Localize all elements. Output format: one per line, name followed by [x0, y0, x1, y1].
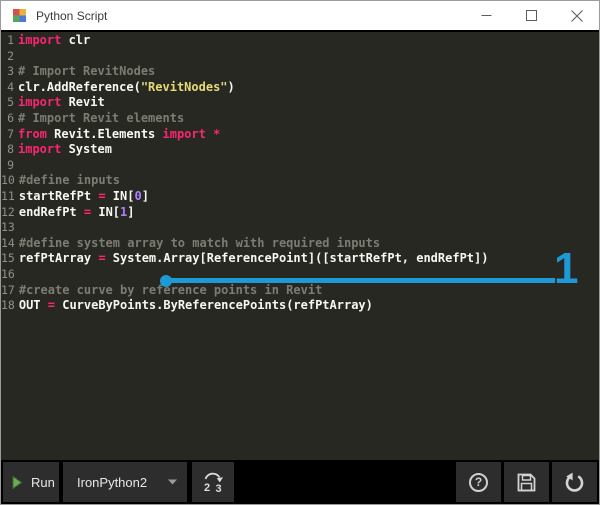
revert-button[interactable] [552, 462, 597, 502]
chevron-down-icon [168, 479, 177, 485]
line-number: 14 [1, 236, 15, 252]
code-editor[interactable]: 1import clr23# Import RevitNodes4clr.Add… [1, 32, 599, 460]
line-number: 15 [1, 251, 15, 267]
code-text: import System [14, 142, 112, 158]
code-line: 14#define system array to match with req… [1, 236, 599, 252]
engine-dropdown[interactable]: IronPython2 [63, 462, 187, 502]
line-number: 16 [1, 267, 15, 283]
bottom-toolbar: Run IronPython2 2 3 ? [1, 460, 599, 504]
code-text [14, 49, 18, 65]
code-text: import clr [14, 33, 90, 49]
code-line: 8import System [1, 142, 599, 158]
line-number: 10 [1, 173, 15, 189]
code-text: startRefPt = IN[0] [15, 189, 149, 205]
close-icon [571, 10, 583, 22]
maximize-button[interactable] [509, 1, 554, 30]
code-text [15, 220, 19, 236]
line-number: 1 [1, 33, 14, 49]
code-line: 11startRefPt = IN[0] [1, 189, 599, 205]
play-icon [12, 476, 22, 489]
python-script-window: Python Script 1import clr23# [0, 0, 600, 505]
code-line: 10#define inputs [1, 173, 599, 189]
titlebar: Python Script [1, 1, 599, 30]
code-text: from Revit.Elements import * [14, 127, 220, 143]
code-text: #define inputs [15, 173, 120, 189]
engine-label: IronPython2 [77, 475, 147, 490]
python-script-icon [12, 8, 27, 23]
callout-line [166, 278, 555, 283]
save-icon [516, 472, 537, 493]
line-number: 17 [1, 283, 15, 299]
code-text: import Revit [14, 95, 105, 111]
line-number: 7 [1, 127, 14, 143]
code-text: # Import RevitNodes [14, 64, 155, 80]
save-button[interactable] [504, 462, 549, 502]
revert-icon [563, 471, 586, 494]
window-controls [464, 1, 599, 30]
line-number: 18 [1, 298, 15, 314]
line-number: 3 [1, 64, 14, 80]
code-text [15, 267, 19, 283]
line-number: 5 [1, 95, 14, 111]
line-number: 9 [1, 158, 14, 174]
line-number: 11 [1, 189, 15, 205]
code-text: clr.AddReference("RevitNodes") [14, 80, 235, 96]
line-number: 2 [1, 49, 14, 65]
line-number: 6 [1, 111, 14, 127]
maximize-icon [526, 10, 537, 21]
code-lines: 1import clr23# Import RevitNodes4clr.Add… [1, 33, 599, 314]
callout-label: 1 [554, 247, 578, 291]
code-line: 7from Revit.Elements import * [1, 127, 599, 143]
code-line: 15refPtArray = System.Array[ReferencePoi… [1, 251, 599, 267]
minimize-icon [481, 10, 492, 21]
code-line: 5import Revit [1, 95, 599, 111]
code-line: 17#create curve by reference points in R… [1, 283, 599, 299]
line-number: 4 [1, 80, 14, 96]
python-migrate-icon: 2 3 [200, 469, 226, 495]
code-line: 18OUT = CurveByPoints.ByReferencePoints(… [1, 298, 599, 314]
code-text: # Import Revit elements [14, 111, 184, 127]
migrate-button[interactable]: 2 3 [192, 462, 234, 502]
code-line: 9 [1, 158, 599, 174]
code-line: 6# Import Revit elements [1, 111, 599, 127]
content-area: 1import clr23# Import RevitNodes4clr.Add… [1, 30, 599, 504]
code-line: 1import clr [1, 33, 599, 49]
help-icon: ? [469, 473, 488, 492]
minimize-button[interactable] [464, 1, 509, 30]
line-number: 13 [1, 220, 15, 236]
line-number: 8 [1, 142, 14, 158]
svg-text:3: 3 [216, 483, 222, 495]
line-number: 12 [1, 205, 15, 221]
code-line: 13 [1, 220, 599, 236]
help-button[interactable]: ? [456, 462, 501, 502]
code-text: OUT = CurveByPoints.ByReferencePoints(re… [15, 298, 373, 314]
window-title: Python Script [36, 9, 107, 23]
code-text: #define system array to match with requi… [15, 236, 380, 252]
code-text: endRefPt = IN[1] [15, 205, 135, 221]
help-glyph: ? [475, 475, 482, 489]
code-line: 4clr.AddReference("RevitNodes") [1, 80, 599, 96]
code-line: 2 [1, 49, 599, 65]
code-line: 12endRefPt = IN[1] [1, 205, 599, 221]
code-text: refPtArray = System.Array[ReferencePoint… [15, 251, 489, 267]
svg-text:2: 2 [204, 482, 210, 494]
code-line: 3# Import RevitNodes [1, 64, 599, 80]
code-text [14, 158, 18, 174]
run-label: Run [31, 475, 55, 490]
run-button[interactable]: Run [3, 462, 59, 502]
close-button[interactable] [554, 1, 599, 30]
